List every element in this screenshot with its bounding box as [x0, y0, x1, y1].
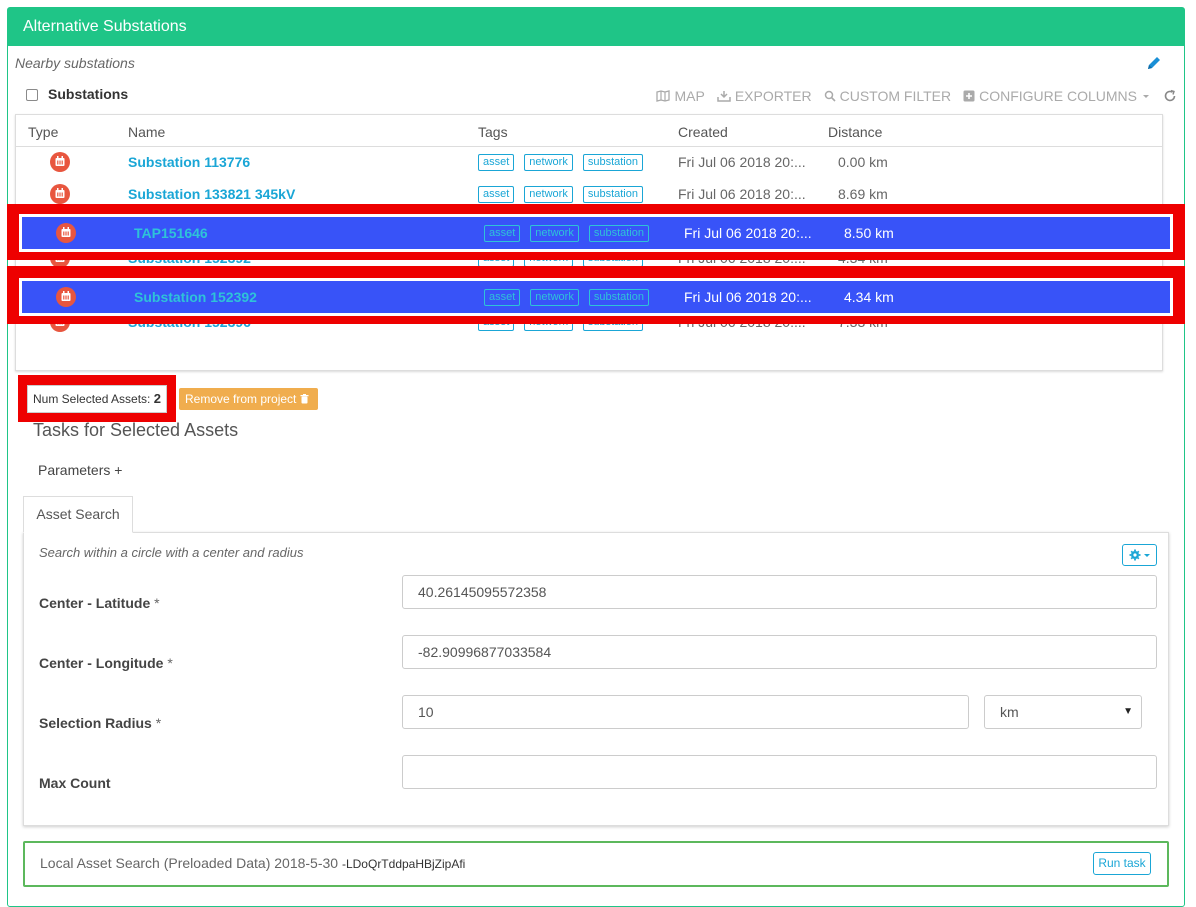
run-task-button[interactable]: Run task: [1093, 852, 1151, 875]
map-icon: [656, 90, 671, 102]
max-count-input[interactable]: [402, 755, 1157, 789]
latitude-input[interactable]: 40.26145095572358: [402, 575, 1157, 609]
settings-dropdown-button[interactable]: [1122, 544, 1157, 566]
table-row[interactable]: Substation 113776 asset network substation F…: [16, 146, 1162, 178]
table-header: Type Name Tags Created Distance: [16, 115, 1162, 147]
radius-input[interactable]: 10: [402, 695, 969, 729]
num-selected-count: 2: [153, 391, 161, 406]
tag-list: asset network substation: [478, 186, 643, 203]
panel-title: Alternative Substations: [8, 8, 1184, 46]
longitude-label: Center - Longitude *: [39, 655, 173, 671]
header-distance[interactable]: Distance: [828, 124, 882, 140]
selected-row-frame: Substation 152392 asset network substation F…: [19, 278, 1173, 316]
created-date: Fri Jul 06 2018 20:...: [684, 225, 812, 241]
tag-badge[interactable]: substation: [588, 289, 649, 306]
substation-icon: [56, 287, 76, 307]
exporter-label: EXPORTER: [734, 88, 812, 104]
pencil-icon[interactable]: [1146, 55, 1162, 71]
tag-badge[interactable]: asset: [478, 186, 515, 203]
tag-badge[interactable]: asset: [478, 154, 515, 171]
max-count-label: Max Count: [39, 775, 111, 791]
tag-badge[interactable]: network: [524, 186, 573, 203]
trash-icon: [300, 394, 309, 404]
header-tags[interactable]: Tags: [478, 124, 508, 140]
substation-icon: [50, 152, 70, 172]
parameters-toggle[interactable]: Parameters +: [38, 462, 122, 478]
radius-unit-select[interactable]: km ▼: [984, 695, 1142, 729]
tag-badge[interactable]: asset: [484, 225, 521, 242]
created-date: Fri Jul 06 2018 20:...: [678, 186, 806, 202]
distance-value: 8.69 km: [838, 186, 888, 202]
substation-icon: [56, 223, 76, 243]
map-label: MAP: [674, 88, 705, 104]
selected-row-frame: TAP151646 asset network substation Fri Jul 0…: [19, 214, 1173, 252]
asset-name-link[interactable]: Substation 113776: [128, 154, 250, 170]
exporter-button[interactable]: EXPORTER: [717, 88, 812, 104]
substations-label: Substations: [48, 86, 129, 102]
tag-badge[interactable]: network: [524, 154, 573, 171]
tag-badge[interactable]: substation: [588, 225, 649, 242]
table-row[interactable]: TAP151646 asset network substation Fri Jul 0…: [22, 217, 1170, 249]
section-subtitle: Nearby substations: [15, 55, 135, 71]
tag-badge[interactable]: substation: [582, 186, 643, 203]
custom-filter-label: CUSTOM FILTER: [839, 88, 952, 104]
created-date: Fri Jul 06 2018 20:...: [678, 154, 806, 170]
unit-value: km: [1000, 704, 1019, 720]
latitude-label: Center - Latitude *: [39, 595, 160, 611]
header-created[interactable]: Created: [678, 124, 728, 140]
search-icon: [824, 90, 836, 102]
asset-name-link[interactable]: Substation 152392: [134, 289, 257, 305]
num-selected-badge: Num Selected Assets: 2: [27, 385, 167, 413]
header-type[interactable]: Type: [28, 124, 58, 140]
task-id: -LDoQrTddpaHBjZipAfi: [341, 857, 466, 871]
table-toolbar: MAP EXPORTER CUSTOM FILTER CONFIGURE COL…: [656, 88, 1177, 104]
tag-badge[interactable]: network: [530, 225, 579, 242]
gear-icon: [1129, 549, 1150, 561]
refresh-icon: [1164, 89, 1176, 102]
header-name[interactable]: Name: [128, 124, 165, 140]
tag-badge[interactable]: asset: [484, 289, 521, 306]
select-arrow-icon: ▼: [1123, 706, 1133, 717]
remove-label: Remove from project: [185, 392, 297, 406]
plus-square-icon: [963, 90, 975, 102]
num-selected-label: Num Selected Assets:: [33, 392, 151, 406]
remove-from-project-button[interactable]: Remove from project: [179, 388, 318, 410]
tag-list: asset network substation: [484, 225, 649, 242]
tasks-title: Tasks for Selected Assets: [33, 420, 239, 440]
distance-value: 4.34 km: [844, 289, 894, 305]
distance-value: 8.50 km: [844, 225, 894, 241]
configure-columns-label: CONFIGURE COLUMNS: [979, 88, 1137, 104]
substation-icon: [50, 184, 70, 204]
tag-badge[interactable]: substation: [582, 154, 643, 171]
refresh-button[interactable]: [1163, 89, 1177, 103]
caret-down-icon: [1143, 95, 1149, 98]
map-button[interactable]: MAP: [656, 88, 705, 104]
custom-filter-button[interactable]: CUSTOM FILTER: [824, 88, 952, 104]
configure-columns-button[interactable]: CONFIGURE COLUMNS: [963, 88, 1151, 104]
created-date: Fri Jul 06 2018 20:...: [684, 289, 812, 305]
task-title: Local Asset Search (Preloaded Data) 2018…: [40, 855, 339, 871]
task-name: Local Asset Search (Preloaded Data) 2018…: [40, 855, 465, 871]
distance-value: 0.00 km: [838, 154, 888, 170]
download-icon: [717, 91, 731, 102]
tag-list: asset network substation: [484, 289, 649, 306]
asset-name-link[interactable]: Substation 133821 345kV: [128, 186, 295, 202]
radius-label: Selection Radius *: [39, 715, 162, 731]
tag-badge[interactable]: network: [530, 289, 579, 306]
form-description: Search within a circle with a center and…: [39, 545, 304, 560]
tab-asset-search[interactable]: Asset Search: [23, 496, 133, 533]
table-row[interactable]: Substation 152392 asset network substation F…: [22, 281, 1170, 313]
asset-name-link[interactable]: TAP151646: [134, 225, 208, 241]
longitude-input[interactable]: -82.90996877033584: [402, 635, 1157, 669]
select-all-checkbox[interactable]: [26, 89, 38, 101]
tag-list: asset network substation: [478, 154, 643, 171]
